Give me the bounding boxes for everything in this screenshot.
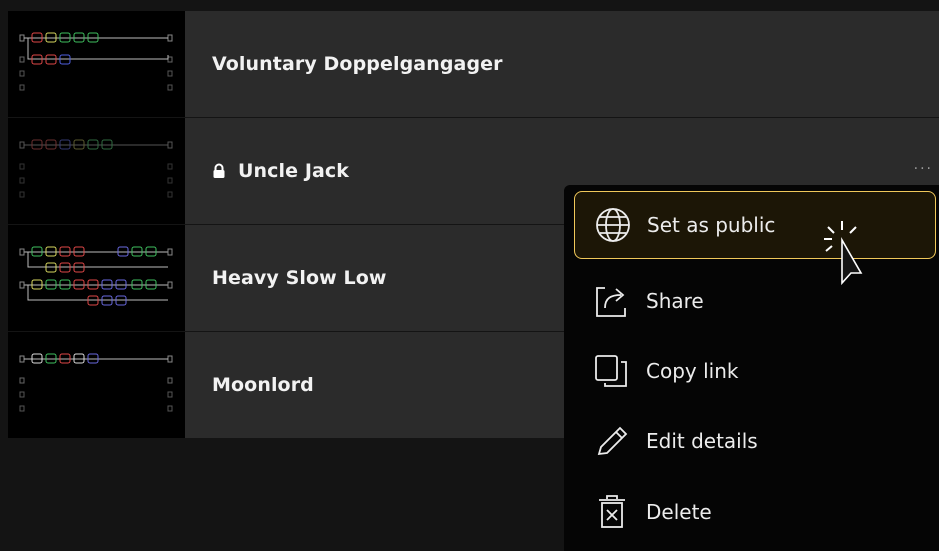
signal-chain-preview-icon (19, 139, 173, 198)
preset-thumbnail (8, 11, 185, 117)
preset-thumbnail (8, 225, 185, 331)
preset-name: Moonlord (212, 374, 314, 396)
menu-item-copy-link[interactable]: Copy link (574, 337, 936, 405)
pencil-icon (592, 421, 632, 461)
menu-item-edit-details[interactable]: Edit details (574, 407, 936, 475)
menu-item-label: Share (646, 289, 704, 313)
preset-name: Voluntary Doppelgangager (212, 53, 503, 75)
menu-item-label: Edit details (646, 429, 758, 453)
menu-item-label: Set as public (647, 213, 776, 237)
menu-item-share[interactable]: Share (574, 267, 936, 335)
context-menu: Set as public Share Copy link Edit detai… (564, 185, 939, 551)
menu-item-set-as-public[interactable]: Set as public (574, 191, 936, 259)
preset-thumbnail (8, 332, 185, 438)
preset-row[interactable]: Voluntary Doppelgangager (8, 11, 939, 117)
signal-chain-preview-icon (19, 32, 173, 91)
share-icon (592, 281, 632, 321)
mouse-pointer-click-icon (818, 219, 878, 293)
signal-chain-preview-icon (19, 353, 173, 412)
copy-link-icon (592, 351, 632, 391)
preset-name: Heavy Slow Low (212, 267, 387, 289)
lock-icon (212, 163, 226, 179)
preset-thumbnail (8, 118, 185, 224)
signal-chain-preview-icon (19, 246, 173, 306)
more-options-button[interactable]: ··· (914, 162, 933, 176)
trash-icon (592, 492, 632, 532)
globe-icon (593, 205, 633, 245)
menu-item-delete[interactable]: Delete (574, 478, 936, 546)
preset-name: Uncle Jack (212, 160, 349, 182)
menu-item-label: Copy link (646, 359, 739, 383)
menu-item-label: Delete (646, 500, 712, 524)
